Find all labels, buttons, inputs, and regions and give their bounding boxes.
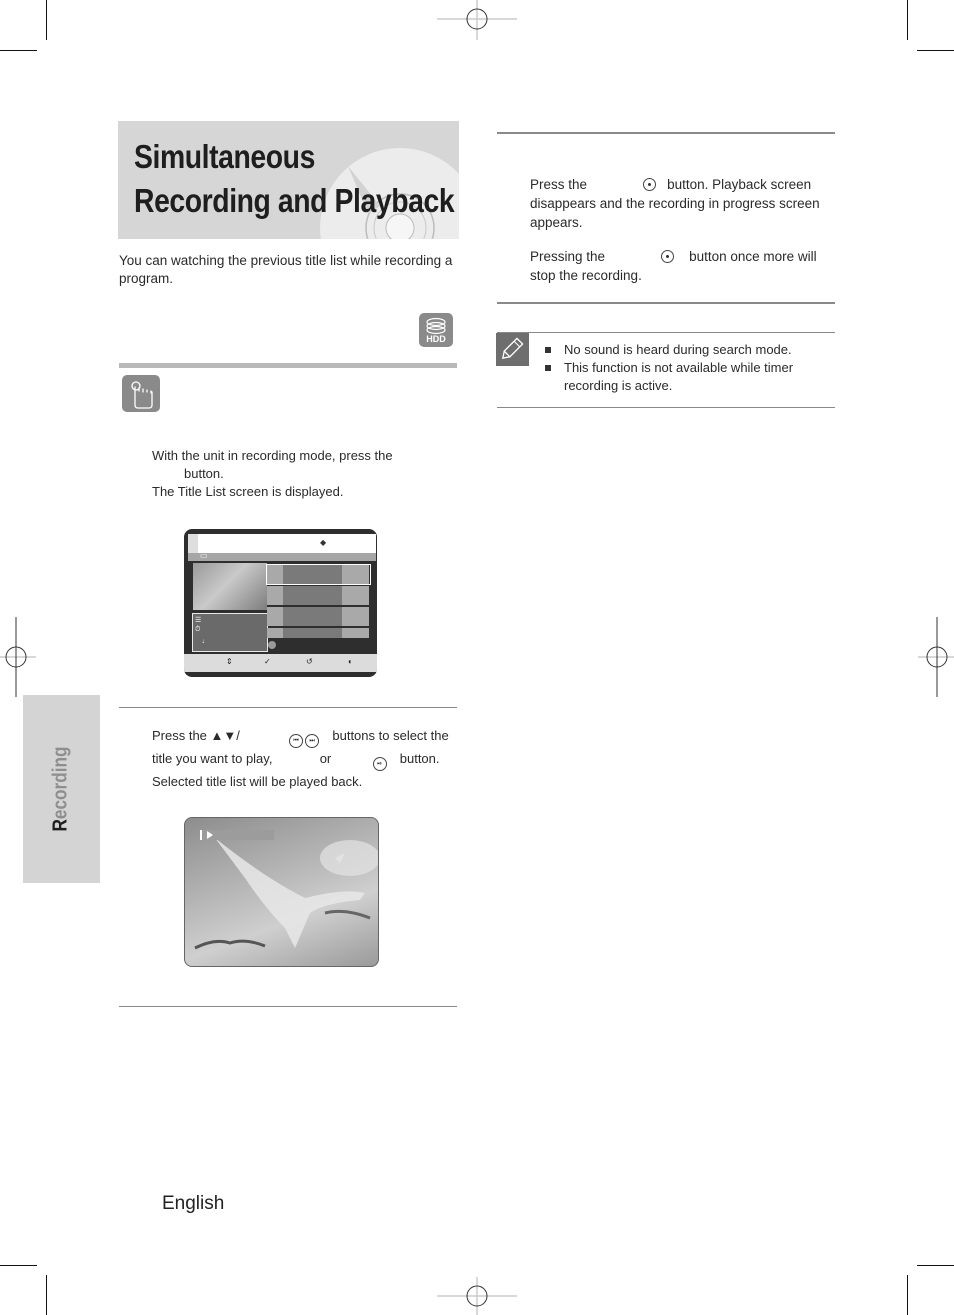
- hand-press-icon: [122, 375, 160, 412]
- pencil-note-icon: [496, 333, 529, 366]
- crop-mark: [0, 1265, 37, 1266]
- step-1-line-2: button.: [184, 466, 224, 481]
- title-line-2: Recording and Playback: [134, 182, 455, 219]
- note-bottom-rule: [497, 407, 835, 408]
- osd-button-guide: ⇕ ✓ ↺ ◐: [184, 654, 377, 672]
- title-row[interactable]: [266, 564, 371, 585]
- up-down-arrows-icon: ⇕: [226, 657, 233, 666]
- registration-mark-right: [918, 617, 954, 697]
- title-list-screen: ◆ ▭ ☰ ⏱ ♩ ⇕ ✓ ↺ ◐: [184, 529, 377, 677]
- stop-playback-text: Press the button. Playback screen disapp…: [530, 175, 830, 232]
- music-icon: ♩: [202, 638, 209, 645]
- step-2-line-3: Selected title list will be played back.: [152, 774, 363, 789]
- step-1-line-3: The Title List screen is displayed.: [152, 484, 344, 499]
- step-2-part-2: buttons to select the: [332, 728, 449, 743]
- title-row[interactable]: [267, 586, 370, 605]
- page-title: Simultaneous Recording and Playback: [134, 135, 455, 223]
- title-row[interactable]: [267, 628, 370, 638]
- play-pause-icon: ⏯: [372, 757, 387, 771]
- step-2-part-3: title you want to play,: [152, 751, 273, 766]
- return-icon: ↺: [306, 657, 313, 666]
- title-line-1: Simultaneous: [134, 138, 315, 175]
- footer-language: English: [162, 1193, 225, 1214]
- title-banner: Simultaneous Recording and Playback: [118, 121, 459, 239]
- seagulls-image: [194, 828, 378, 950]
- note-top-rule: [497, 332, 835, 333]
- exit-icon: ◐: [348, 657, 353, 666]
- note-item: This function is not available while tim…: [545, 359, 830, 395]
- registration-mark-left: [0, 617, 36, 697]
- list-icon: ☰: [195, 617, 202, 624]
- hdd-badge: HDD: [419, 313, 453, 347]
- record-stop-icon: [660, 250, 674, 263]
- chapter-side-tab: Recording: [23, 695, 100, 883]
- hdd-mini-icon: ▭: [200, 551, 208, 560]
- step-2-part-1: Press the ▲▼/: [152, 728, 240, 743]
- skip-forward-icon: ⏭: [305, 734, 320, 748]
- title-thumbnail: [193, 563, 267, 610]
- intro-text: You can watching the previous title list…: [119, 253, 453, 286]
- note-item: No sound is heard during search mode.: [545, 341, 830, 359]
- registration-mark-bottom: [437, 1277, 517, 1315]
- play-icon: [207, 831, 213, 839]
- chapter-label-rest: ecording: [49, 746, 72, 820]
- playback-screen: [184, 817, 379, 967]
- divider: [497, 132, 835, 134]
- skip-back-icon: ⏮: [289, 734, 304, 748]
- chapter-label-initial: R: [49, 819, 72, 832]
- osd-subheader: ▭: [188, 551, 376, 561]
- crop-mark: [907, 0, 908, 40]
- crop-mark: [46, 0, 47, 40]
- step-2-part-5: button.: [399, 751, 440, 766]
- playback-status-bar: [200, 830, 274, 840]
- chapter-label: Recording: [50, 740, 73, 839]
- hdd-label: HDD: [426, 334, 446, 344]
- divider: [119, 707, 457, 708]
- p1-start: Press the: [530, 177, 588, 192]
- crop-mark: [917, 50, 954, 51]
- crop-mark: [907, 1275, 908, 1315]
- p2-start: Pressing the: [530, 249, 606, 264]
- record-stop-icon: [642, 178, 656, 191]
- stop-recording-text: Pressing the button once more will stop …: [530, 247, 830, 285]
- osd-header: ◆: [188, 534, 376, 554]
- title-info-panel: ☰ ⏱ ♩: [192, 613, 268, 652]
- crop-mark: [917, 1265, 954, 1266]
- title-list: [266, 564, 371, 640]
- crop-mark: [46, 1275, 47, 1315]
- divider: [119, 1006, 457, 1007]
- step-1-line-1: With the unit in recording mode, press t…: [152, 448, 393, 463]
- divider: [497, 302, 835, 304]
- notes-list: No sound is heard during search mode. Th…: [545, 341, 830, 395]
- crop-mark: [0, 50, 37, 51]
- step-2-part-4: or: [319, 751, 332, 766]
- select-icon: ✓: [264, 657, 271, 666]
- title-row[interactable]: [267, 607, 370, 626]
- step-1-text: With the unit in recording mode, press t…: [152, 447, 412, 501]
- clock-icon: ⏱: [195, 626, 201, 633]
- hdd-circle-icon: [268, 641, 276, 649]
- nav-diamond-icon: ◆: [320, 538, 327, 547]
- section-divider: [119, 363, 457, 368]
- step-2-text: Press the ▲▼/ ⏮ ⏭ buttons to select the t…: [152, 725, 452, 792]
- registration-mark-top: [437, 0, 517, 40]
